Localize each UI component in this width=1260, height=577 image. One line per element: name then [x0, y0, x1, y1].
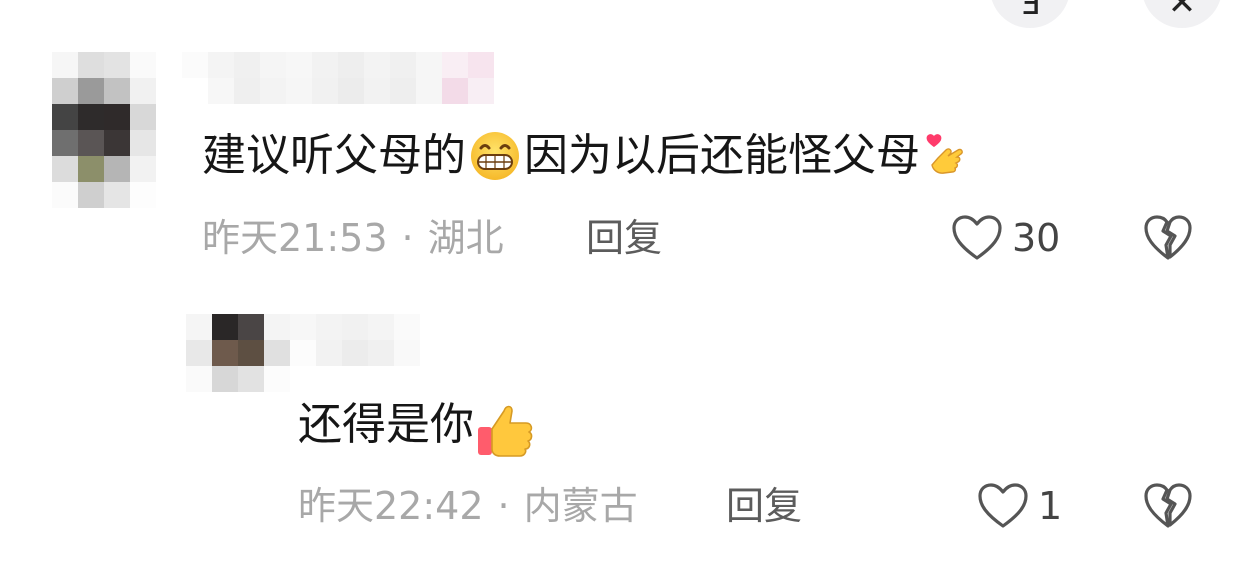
comment-text: 建议听父母的 因为以后还能怪父母 — [202, 130, 978, 182]
like-count: 30 — [1012, 216, 1061, 260]
heart-outline-icon — [952, 215, 1002, 260]
comment-time: 昨天21:53 — [202, 216, 388, 260]
close-button[interactable]: ✕ — [1142, 0, 1222, 28]
broken-heart-icon — [1144, 215, 1192, 260]
like-button[interactable]: 30 — [950, 213, 1060, 263]
meta-separator: · — [497, 484, 510, 528]
avatar[interactable] — [52, 52, 156, 208]
avatar[interactable] — [186, 314, 290, 392]
comment-text: 还得是你 — [298, 399, 533, 457]
comment-text-part: 因为以后还能怪父母 — [524, 130, 920, 181]
heart-hands-emoji-icon — [920, 130, 978, 182]
top-left-action-button[interactable]: Ⅎ — [990, 0, 1070, 28]
comment-location: 内蒙古 — [523, 484, 638, 528]
username-blurred[interactable] — [290, 314, 420, 366]
comment-thread: Ⅎ ✕ 建议听父母的 因为以后还能怪父母 昨天21:53 · 湖北 回复 30 … — [0, 0, 1260, 577]
comment-text-part: 还得是你 — [298, 399, 474, 450]
close-icon: ✕ — [1167, 0, 1197, 23]
thumbs-up-emoji-icon — [474, 399, 533, 457]
heart-outline-icon — [978, 483, 1028, 528]
dislike-button[interactable] — [1142, 481, 1194, 531]
grinning-face-emoji-icon — [466, 130, 524, 182]
comment-meta: 昨天21:53 · 湖北 — [202, 216, 504, 260]
dislike-button[interactable] — [1142, 213, 1194, 263]
comment-text-part: 建议听父母的 — [202, 130, 466, 181]
partial-button-icon: Ⅎ — [1020, 0, 1040, 23]
comment-time: 昨天22:42 — [298, 484, 484, 528]
broken-heart-icon — [1144, 483, 1192, 528]
like-button[interactable]: 1 — [976, 481, 1062, 531]
comment-meta: 昨天22:42 · 内蒙古 — [298, 484, 638, 528]
like-count: 1 — [1038, 484, 1063, 528]
comment-location: 湖北 — [427, 216, 504, 260]
reply-button[interactable]: 回复 — [726, 484, 802, 528]
meta-separator: · — [401, 216, 414, 260]
reply-button[interactable]: 回复 — [586, 216, 662, 260]
username-blurred[interactable] — [182, 52, 494, 104]
